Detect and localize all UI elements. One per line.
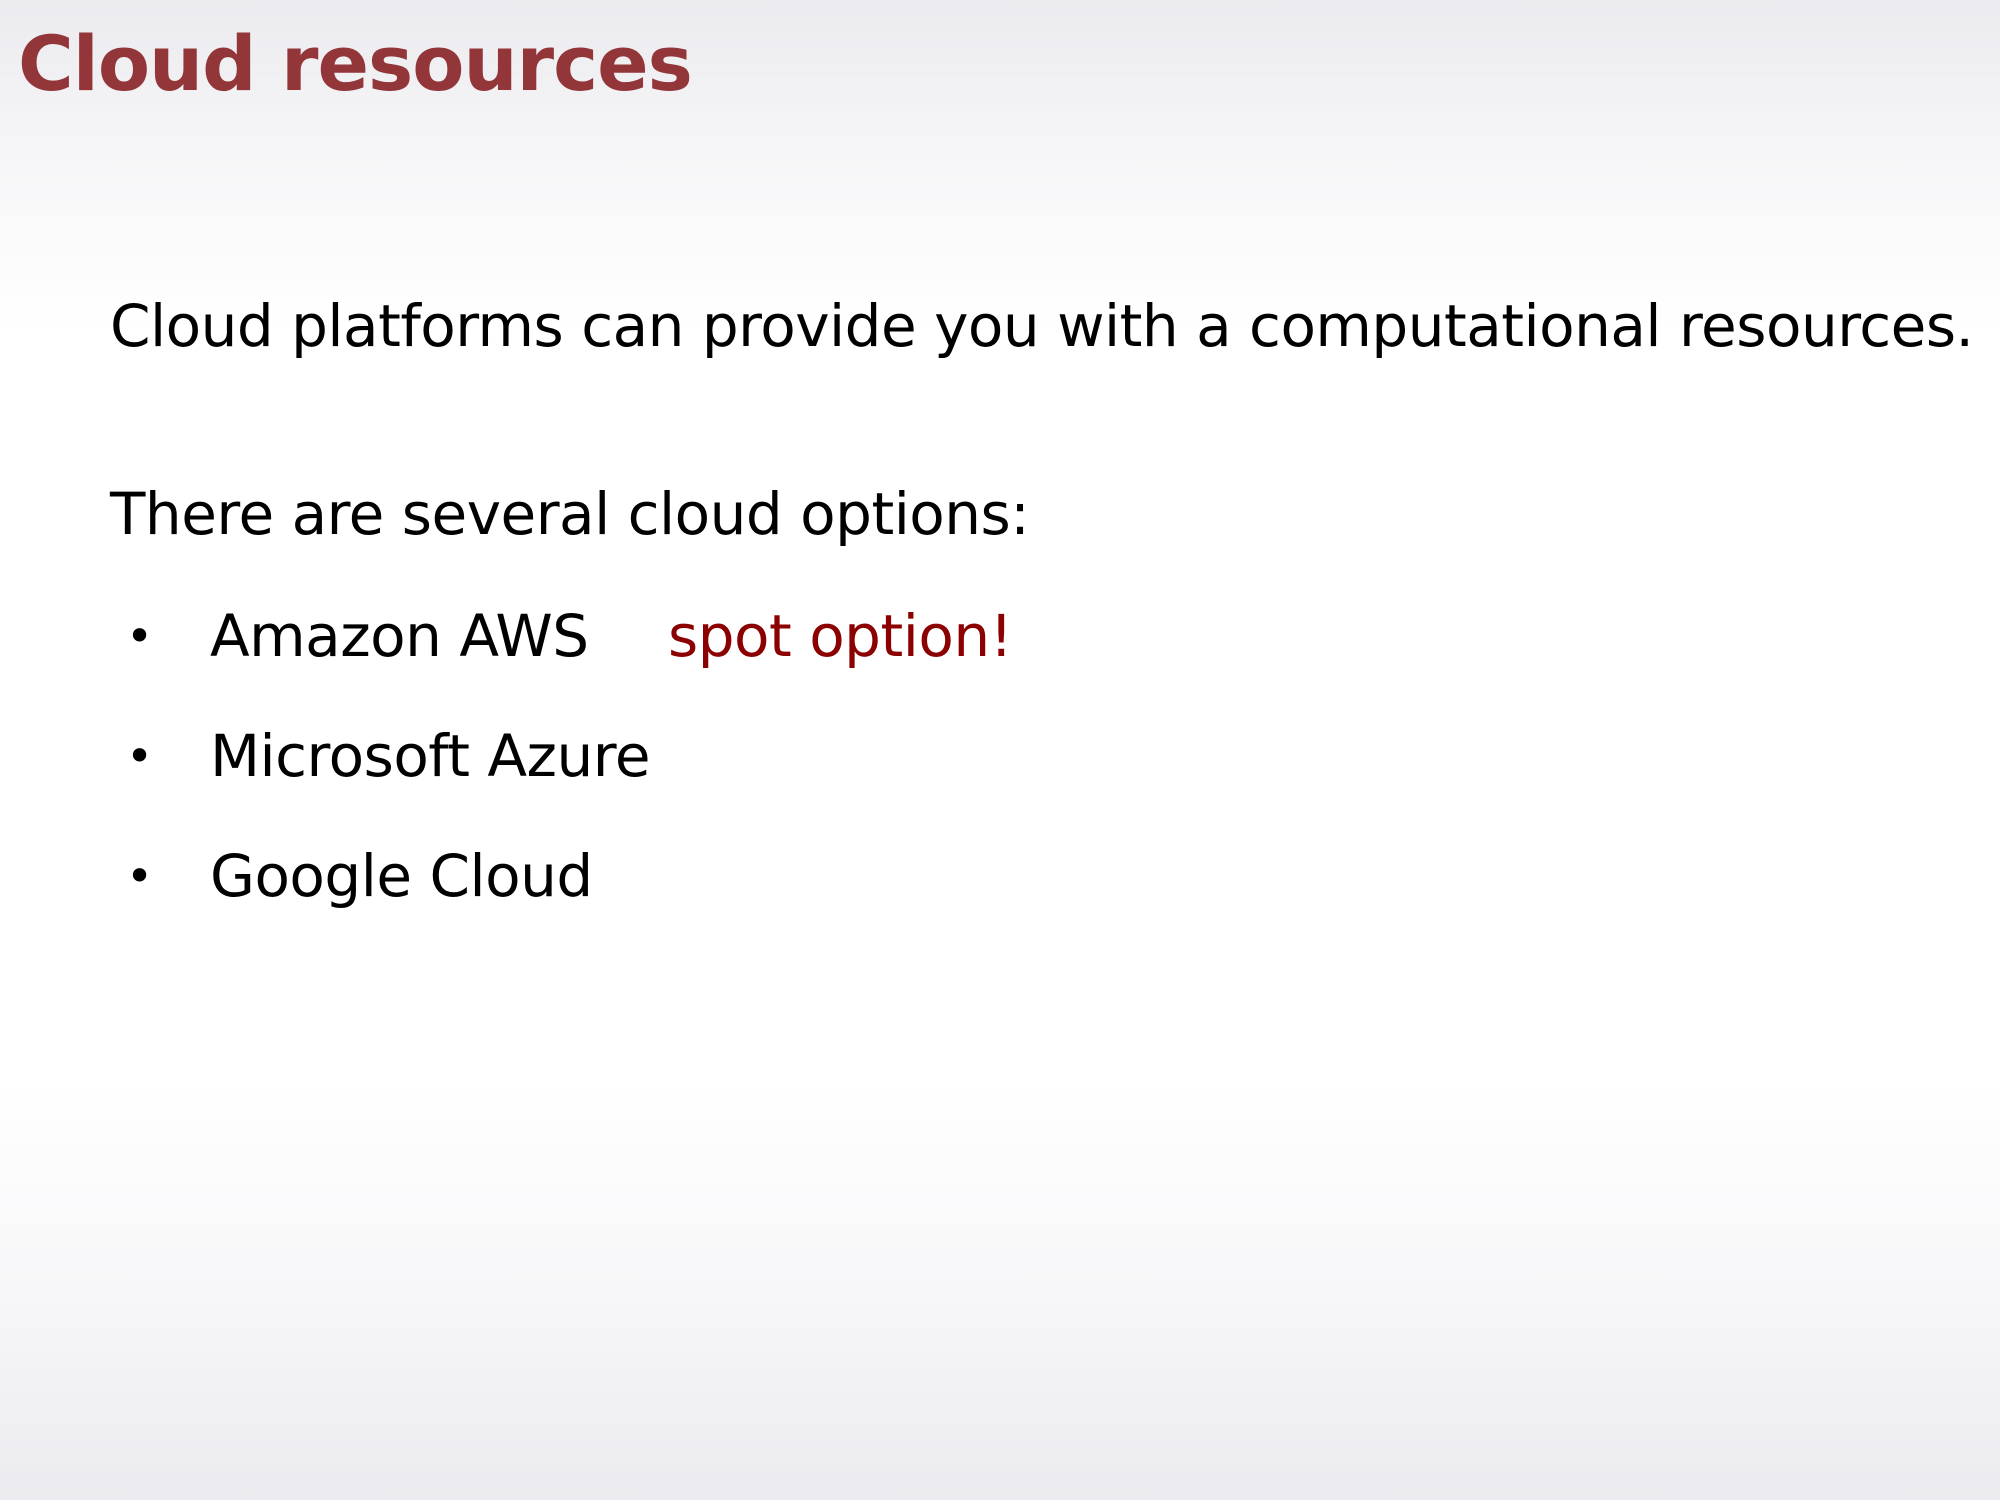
list-item-label: Google Cloud — [210, 842, 593, 910]
intro-paragraph: Cloud platforms can provide you with a c… — [110, 292, 1974, 360]
bullet-icon: • — [126, 609, 154, 663]
slide: Cloud resources Cloud platforms can prov… — [0, 0, 2000, 1500]
list-item: • Amazon AWS spot option! — [0, 596, 1200, 716]
slide-title: Cloud resources — [18, 19, 693, 108]
bullet-icon: • — [126, 729, 154, 783]
bullet-icon: • — [126, 849, 154, 903]
list-item: • Microsoft Azure — [0, 716, 1200, 836]
cloud-options-list: • Amazon AWS spot option! • Microsoft Az… — [0, 596, 1200, 956]
list-item-label: Amazon AWS — [210, 602, 589, 670]
list-item-label: Microsoft Azure — [210, 722, 651, 790]
options-paragraph: There are several cloud options: — [110, 480, 1030, 548]
list-item: • Google Cloud — [0, 836, 1200, 956]
list-item-note: spot option! — [668, 602, 1013, 670]
